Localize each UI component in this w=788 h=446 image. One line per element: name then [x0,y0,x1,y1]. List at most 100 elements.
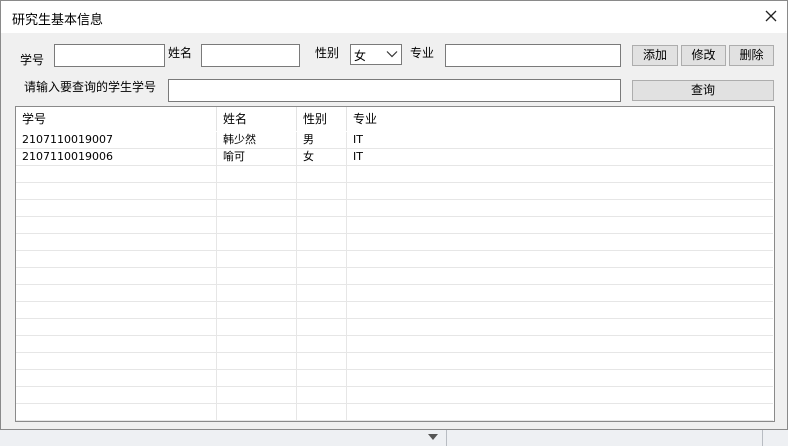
empty-cell [217,200,297,217]
empty-cell [16,285,217,302]
edit-button[interactable]: 修改 [681,45,726,66]
background-divider [446,430,447,446]
empty-cell [217,183,297,200]
empty-cell [217,217,297,234]
name-label: 姓名 [168,46,193,60]
empty-cell [297,387,347,404]
empty-cell [347,268,773,285]
delete-button[interactable]: 删除 [729,45,774,66]
empty-cell [16,387,217,404]
empty-cell [297,285,347,302]
close-icon[interactable] [763,8,779,24]
major-input[interactable] [445,44,621,67]
column-header-name[interactable]: 姓名 [217,107,297,131]
empty-cell [217,404,297,421]
empty-cell [16,217,217,234]
empty-cell [217,319,297,336]
cell-major: IT [353,150,363,163]
empty-cell [297,183,347,200]
empty-cell [16,370,217,387]
empty-cell [217,370,297,387]
empty-table-row [16,251,773,268]
query-student-id-input[interactable] [168,79,621,102]
cell-gender: 女 [297,149,347,166]
empty-cell [347,234,773,251]
empty-cell [16,166,217,183]
background-divider [762,430,763,446]
empty-cell [217,251,297,268]
empty-table-row [16,183,773,200]
empty-cell [16,336,217,353]
column-header-major[interactable]: 专业 [347,107,773,131]
empty-cell [297,404,347,421]
student-info-dialog: 研究生基本信息 学号 姓名 性别 女 专业 添加 修改 删除 请输入要查询的学生… [0,0,788,430]
empty-table-row [16,302,773,319]
empty-table-row [16,166,773,183]
empty-cell [297,353,347,370]
empty-cell [217,353,297,370]
column-header-student-id[interactable]: 学号 [16,107,217,131]
empty-cell [217,234,297,251]
empty-cell [347,166,773,183]
table-row[interactable]: 2107110019007 韩少然 男 IT [16,132,773,149]
empty-cell [16,319,217,336]
empty-table-row [16,217,773,234]
window-title: 研究生基本信息 [12,13,104,28]
cell-student-id: 2107110019006 [16,149,217,166]
empty-cell [16,404,217,421]
title-bar: 研究生基本信息 [1,1,787,33]
empty-cell [297,217,347,234]
empty-table-row [16,285,773,302]
empty-cell [16,353,217,370]
empty-table-row [16,404,773,421]
student-id-input[interactable] [54,44,165,67]
empty-cell [297,268,347,285]
empty-cell [347,217,773,234]
table-header: 学号 姓名 性别 专业 [16,107,773,131]
cell-major: IT [353,133,363,146]
empty-cell [217,285,297,302]
empty-cell [297,302,347,319]
empty-cell [297,319,347,336]
name-input[interactable] [201,44,300,67]
gender-label: 性别 [315,46,340,60]
empty-cell [347,302,773,319]
gender-selected-value: 女 [354,49,367,63]
empty-table-row [16,234,773,251]
empty-cell [217,166,297,183]
column-header-gender[interactable]: 性别 [297,107,347,131]
query-prompt-label: 请输入要查询的学生学号 [24,80,157,94]
add-button[interactable]: 添加 [632,45,678,66]
empty-cell [347,370,773,387]
query-button[interactable]: 查询 [632,80,774,101]
empty-cell [347,251,773,268]
empty-table-row [16,387,773,404]
background-window-strip [0,430,788,446]
major-label: 专业 [410,46,435,60]
table-row[interactable]: 2107110019006 喻可 女 IT [16,149,773,166]
empty-cell [217,387,297,404]
empty-table-row [16,200,773,217]
empty-cell [16,234,217,251]
empty-cell [16,268,217,285]
scroll-down-arrow-icon [428,434,438,440]
gender-select[interactable]: 女 [350,44,402,65]
empty-cell [297,336,347,353]
empty-cell [347,285,773,302]
student-table[interactable]: 学号 姓名 性别 专业 2107110019007 韩少然 男 IT 21071… [15,106,775,422]
empty-table-row [16,319,773,336]
empty-cell [297,166,347,183]
empty-cell [347,336,773,353]
empty-cell [297,251,347,268]
empty-cell [217,302,297,319]
empty-cell [297,200,347,217]
empty-cell [347,404,773,421]
empty-cell [217,336,297,353]
cell-name: 韩少然 [217,132,297,149]
empty-cell [16,183,217,200]
empty-cell [297,370,347,387]
cell-student-id: 2107110019007 [16,132,217,149]
cell-gender: 男 [297,132,347,149]
empty-table-row [16,268,773,285]
empty-cell [347,183,773,200]
